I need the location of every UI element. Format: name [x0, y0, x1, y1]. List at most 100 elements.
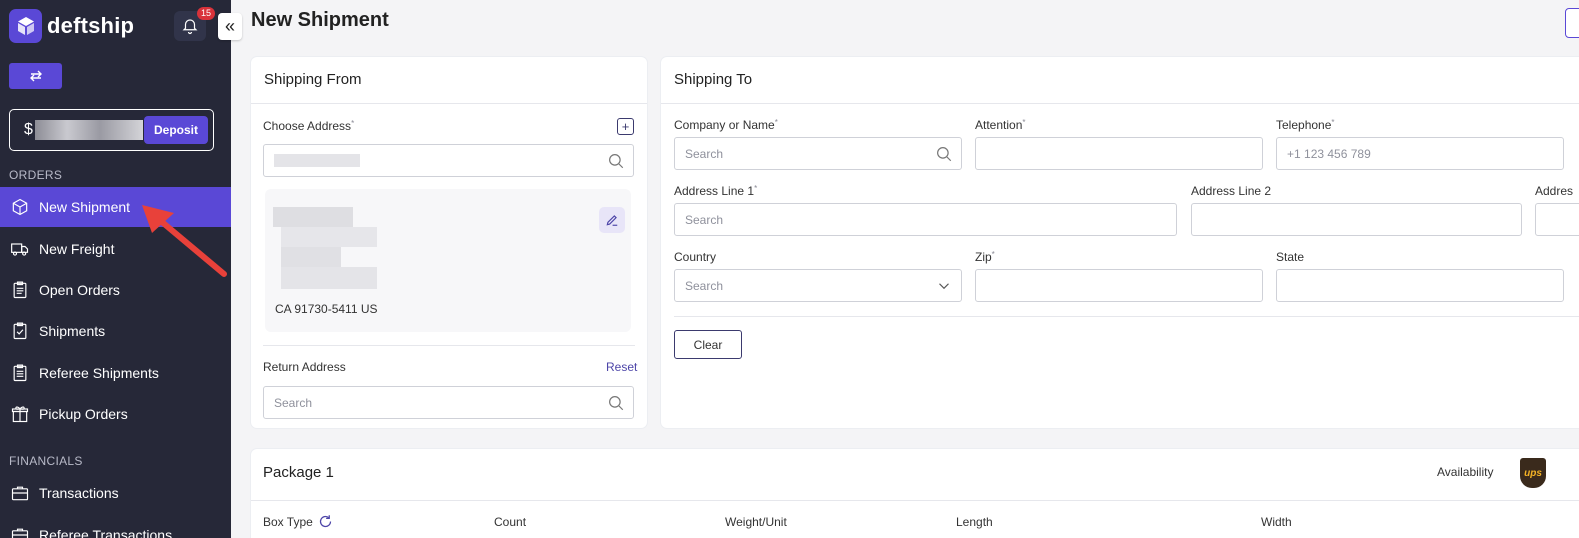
switch-account-button[interactable]: [9, 63, 62, 89]
briefcase-icon: [10, 483, 30, 503]
clipboard-check-icon: [10, 321, 30, 341]
shipping-to-card: Shipping To: [661, 57, 1579, 428]
sidebar-item-label: Pickup Orders: [39, 406, 128, 422]
column-header-length: Length: [956, 515, 993, 529]
package-title: Package 1: [263, 464, 334, 481]
plus-icon: +: [621, 119, 630, 134]
divider: [251, 103, 647, 104]
divider: [263, 345, 635, 346]
address-line-2-input[interactable]: [1191, 203, 1522, 236]
sidebar-item-shipments[interactable]: Shipments: [0, 311, 231, 351]
brand-logo[interactable]: deftship: [9, 9, 134, 43]
address-line-1-input[interactable]: Search: [674, 203, 1177, 236]
section-label-orders: ORDERS: [9, 168, 63, 182]
redacted-address-line: [273, 207, 353, 227]
sidebar-item-label: Transactions: [39, 485, 119, 501]
edit-address-button[interactable]: [599, 207, 625, 233]
column-header-box-type: Box Type: [263, 515, 313, 529]
sidebar-item-label: New Shipment: [39, 199, 131, 215]
company-name-placeholder: Search: [685, 147, 724, 161]
deposit-button[interactable]: Deposit: [144, 116, 208, 144]
state-input[interactable]: [1276, 269, 1564, 302]
search-icon: [937, 147, 952, 162]
balance-widget: $ Deposit: [9, 109, 214, 151]
bell-icon: [182, 19, 198, 35]
return-address-label: Return Address: [263, 360, 346, 374]
notification-count-badge: 15: [197, 7, 216, 20]
sidebar-item-label: Shipments: [39, 323, 106, 339]
availability-label: Availability: [1437, 465, 1494, 479]
search-icon: [609, 396, 624, 411]
column-header-weight-unit: Weight/Unit: [725, 515, 787, 529]
telephone-placeholder: +1 123 456 789: [1287, 147, 1371, 161]
sidebar-item-label: Referee Shipments: [39, 365, 159, 381]
telephone-input[interactable]: +1 123 456 789: [1276, 137, 1564, 170]
clipboard-icon: [10, 280, 30, 300]
redacted-address-line: [281, 247, 341, 267]
return-address-input[interactable]: Search: [263, 386, 634, 419]
swap-arrows-icon: [29, 70, 42, 82]
sidebar-item-referee-transactions[interactable]: Referee Transactions: [0, 515, 231, 538]
choose-address-input[interactable]: [263, 144, 634, 177]
column-header-width: Width: [1261, 515, 1292, 529]
brand-name: deftship: [47, 13, 135, 38]
annotation-arrow: [142, 205, 227, 277]
address-line-3-input[interactable]: [1535, 203, 1579, 236]
attention-label: Attention*: [975, 118, 1026, 132]
company-name-label: Company or Name*: [674, 118, 778, 132]
shipping-to-title: Shipping To: [674, 71, 753, 88]
attention-input[interactable]: [975, 137, 1263, 170]
redacted-address-line: [281, 267, 377, 289]
section-label-financials: FINANCIALS: [9, 454, 83, 468]
divider: [661, 103, 1579, 104]
column-header-count: Count: [494, 515, 527, 529]
briefcase-icon: [10, 525, 30, 538]
address-line-2-label: Address Line 2: [1191, 184, 1272, 198]
sidebar-item-referee-shipments[interactable]: Referee Shipments: [0, 353, 231, 393]
sidebar-item-label: Referee Transactions: [39, 527, 173, 538]
clear-button[interactable]: Clear: [674, 330, 742, 359]
address-line-1-placeholder: Search: [685, 213, 724, 227]
pencil-icon: [606, 215, 618, 226]
balance-currency: $: [24, 121, 33, 138]
package-card: [251, 449, 1579, 538]
redacted-address-value: [274, 154, 360, 167]
double-chevron-left-icon: «: [224, 16, 235, 36]
zip-input[interactable]: [975, 269, 1263, 302]
country-placeholder: Search: [685, 279, 724, 293]
zip-label: Zip*: [975, 250, 995, 264]
selected-address-card: CA 91730-5411 US: [265, 189, 631, 332]
box-icon: [10, 197, 30, 217]
sidebar-item-label: New Freight: [39, 241, 115, 257]
search-icon: [609, 154, 624, 169]
sidebar-item-label: Open Orders: [39, 282, 120, 298]
address-line-1-label: Address Line 1*: [674, 184, 758, 198]
refresh-icon[interactable]: [318, 514, 333, 529]
sidebar-item-transactions[interactable]: Transactions: [0, 473, 231, 513]
reset-return-address-link[interactable]: Reset: [606, 360, 637, 374]
ups-logo-icon: ups: [1520, 458, 1546, 488]
clipboard-list-icon: [10, 363, 30, 383]
collapse-sidebar-button[interactable]: «: [218, 13, 242, 40]
add-address-button[interactable]: +: [617, 118, 634, 135]
gift-icon: [10, 404, 30, 424]
chevron-down-icon: [939, 283, 949, 290]
shipping-from-title: Shipping From: [264, 71, 362, 88]
telephone-label: Telephone*: [1276, 118, 1335, 132]
company-name-input[interactable]: Search: [674, 137, 962, 170]
top-right-action-button[interactable]: [1565, 8, 1579, 38]
page-title: New Shipment: [251, 9, 389, 31]
shipping-from-card: Shipping From Choose Address* CA 91730-5…: [251, 57, 647, 428]
country-select[interactable]: Search: [674, 269, 962, 302]
divider: [251, 500, 1579, 501]
deftship-logo-icon: [9, 9, 42, 43]
country-label: Country: [674, 250, 717, 264]
state-label: State: [1276, 250, 1305, 264]
choose-address-label: Choose Address*: [263, 119, 355, 133]
address-line-3-label: Addres: [1535, 184, 1574, 198]
redacted-address-line: [281, 227, 377, 247]
truck-icon: [10, 239, 30, 259]
return-address-placeholder: Search: [274, 396, 313, 410]
sidebar-item-pickup-orders[interactable]: Pickup Orders: [0, 394, 231, 434]
balance-amount-redacted: [35, 120, 143, 140]
